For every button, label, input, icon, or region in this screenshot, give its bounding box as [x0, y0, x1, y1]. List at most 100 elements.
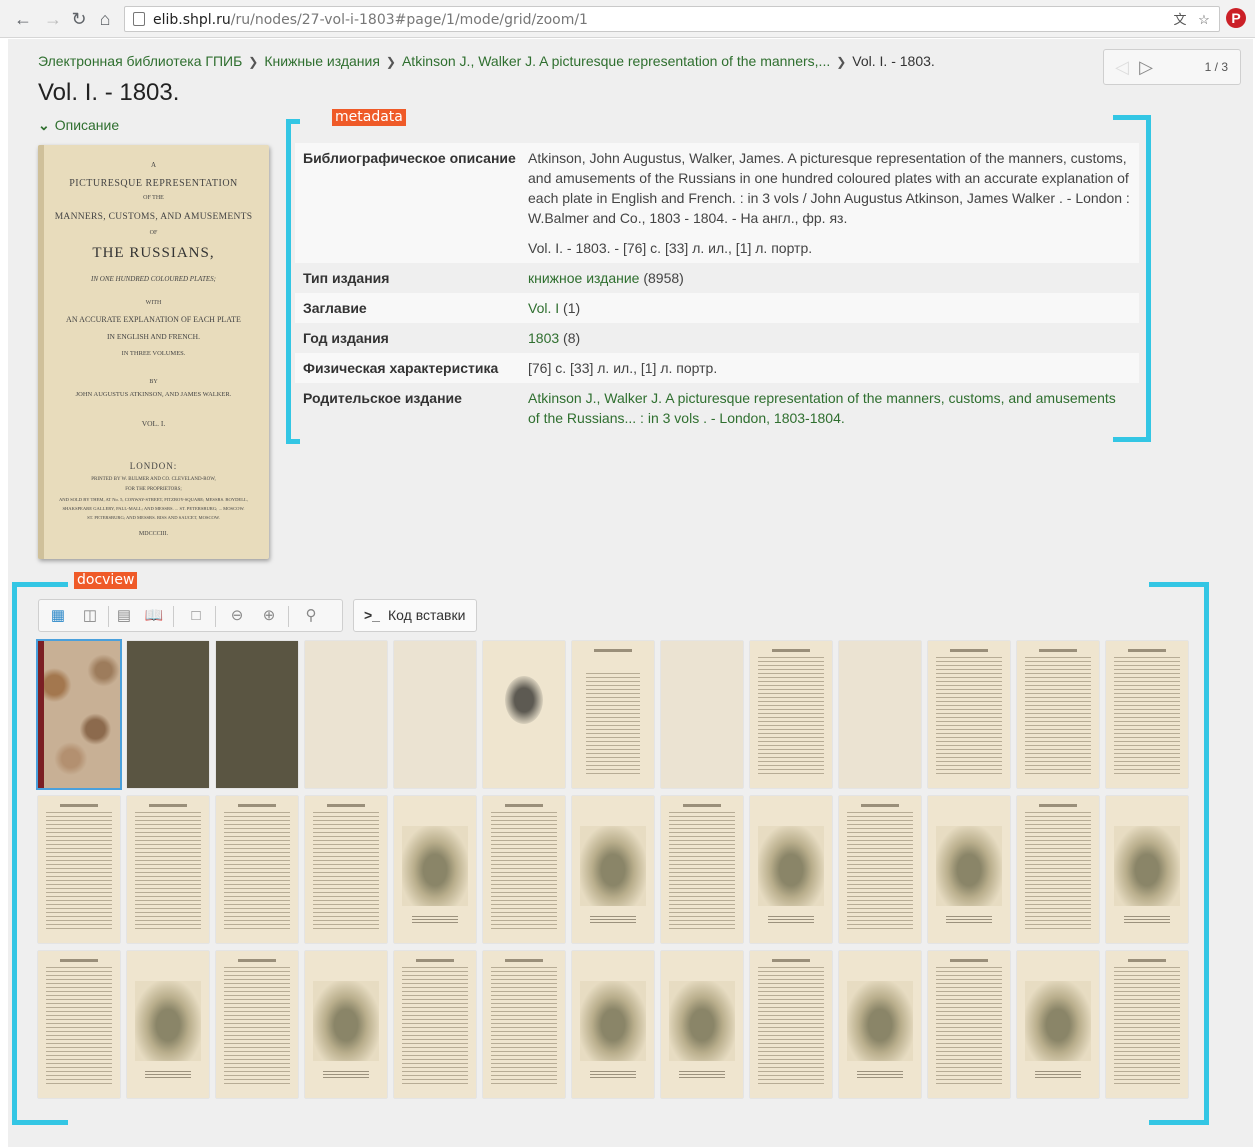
plate-illustration	[313, 981, 379, 1061]
page-thumbnail[interactable]	[394, 951, 476, 1098]
page-thumbnail[interactable]	[1106, 641, 1188, 788]
page-thumbnail[interactable]	[572, 641, 654, 788]
metadata-link[interactable]: 1803	[528, 330, 559, 346]
translate-icon[interactable]: 文	[1171, 11, 1189, 29]
zoom-out-icon[interactable]: ⊖	[226, 605, 248, 627]
page-thumbnail[interactable]	[750, 951, 832, 1098]
page-text	[46, 965, 112, 1086]
page-thumbnail[interactable]	[305, 951, 387, 1098]
page-thumbnail[interactable]	[839, 796, 921, 943]
page-thumbnail[interactable]	[1017, 951, 1099, 1098]
page-thumbnail[interactable]	[1106, 796, 1188, 943]
page-thumbnail[interactable]	[305, 796, 387, 943]
next-page-icon[interactable]: ▷	[1136, 56, 1156, 78]
metadata-link[interactable]: Vol. I	[528, 300, 559, 316]
plate-caption	[1035, 1069, 1081, 1079]
plate-caption	[1124, 914, 1170, 924]
plate-caption	[590, 1069, 636, 1079]
page-thumbnail[interactable]	[483, 796, 565, 943]
page-thumbnail[interactable]	[216, 951, 298, 1098]
cover-text-line: OF THE	[143, 195, 164, 201]
marbled-cover-image	[38, 641, 120, 788]
two-page-icon[interactable]: 📖	[143, 605, 165, 627]
forward-icon[interactable]: →	[42, 8, 64, 30]
breadcrumb-books[interactable]: Книжные издания	[264, 53, 380, 69]
reload-icon[interactable]: ↻	[68, 8, 90, 30]
page-thumbnail[interactable]	[928, 796, 1010, 943]
page-thumbnail[interactable]	[839, 641, 921, 788]
grid-small-icon[interactable]: ◫	[79, 605, 101, 627]
cover-text-line: FOR THE PROPRIETORS;	[125, 487, 182, 492]
page-thumbnail[interactable]	[38, 951, 120, 1098]
page-thumbnail[interactable]	[572, 796, 654, 943]
page-thumbnail[interactable]	[305, 641, 387, 788]
page-thumbnail[interactable]	[661, 951, 743, 1098]
cover-text-line: AN ACCURATE EXPLANATION OF EACH PLATE	[66, 315, 241, 324]
breadcrumb-parent[interactable]: Atkinson J., Walker J. A picturesque rep…	[402, 53, 830, 69]
plate-illustration	[135, 981, 201, 1061]
page-thumbnail[interactable]	[127, 796, 209, 943]
plate-illustration	[758, 826, 824, 906]
metadata-link[interactable]: книжное издание	[528, 270, 639, 286]
metadata-count: (8958)	[639, 270, 684, 286]
breadcrumb-library[interactable]: Электронная библиотека ГПИБ	[38, 53, 242, 69]
page-thumbnail[interactable]	[750, 641, 832, 788]
page-thumbnail[interactable]	[483, 641, 565, 788]
page-thumbnail[interactable]	[216, 796, 298, 943]
page-text	[936, 655, 1002, 776]
page-heading	[772, 649, 810, 652]
page-thumbnail[interactable]	[572, 951, 654, 1098]
bookmark-star-icon[interactable]: ☆	[1195, 11, 1213, 29]
page-thumbnail[interactable]	[127, 951, 209, 1098]
fullscreen-icon[interactable]: □	[185, 605, 207, 627]
page-info-icon[interactable]	[133, 12, 145, 26]
single-page-icon[interactable]: ▤	[113, 605, 135, 627]
metadata-value: Vol. I. - 1803. - [76] с. [33] л. ил., […	[528, 240, 813, 256]
toolbar-divider	[108, 606, 109, 627]
metadata-count: (8)	[559, 330, 581, 346]
page-thumbnail[interactable]	[394, 796, 476, 943]
grid-large-icon[interactable]: ▦	[47, 605, 69, 627]
page-thumbnail[interactable]	[661, 641, 743, 788]
cover-image[interactable]: A PICTURESQUE REPRESENTATION OF THE MANN…	[38, 145, 269, 559]
page-thumbnail[interactable]	[394, 641, 476, 788]
breadcrumb-separator-icon: ❯	[248, 55, 259, 69]
toolbar-divider	[288, 606, 289, 627]
page-thumbnail[interactable]	[216, 641, 298, 788]
page-thumbnail[interactable]	[38, 796, 120, 943]
metadata-link[interactable]: Atkinson J., Walker J. A picturesque rep…	[528, 390, 1116, 426]
description-toggle[interactable]: ⌄ Описание	[38, 117, 119, 134]
page-text	[758, 965, 824, 1086]
home-icon[interactable]: ⌂	[94, 8, 116, 30]
page-thumbnail[interactable]	[1017, 641, 1099, 788]
page-thumbnail[interactable]	[36, 639, 122, 790]
page-text	[224, 965, 290, 1086]
page-thumbnail[interactable]	[928, 641, 1010, 788]
metadata-key: Заглавие	[303, 300, 367, 316]
page-thumbnail-grid	[36, 639, 1192, 1111]
page-thumbnail[interactable]	[750, 796, 832, 943]
zoom-in-icon[interactable]: ⊕	[258, 605, 280, 627]
search-icon[interactable]: ⚲	[300, 605, 322, 627]
page-thumbnail[interactable]	[127, 641, 209, 788]
page-text	[1114, 965, 1180, 1086]
cover-text-line: LONDON:	[129, 461, 178, 471]
back-icon[interactable]: ←	[12, 8, 34, 30]
page-text	[491, 965, 557, 1086]
cover-text-line: WITH	[145, 300, 162, 306]
pinterest-icon[interactable]: P	[1226, 8, 1246, 28]
metadata-key: Год издания	[303, 330, 389, 346]
plate-illustration	[669, 981, 735, 1061]
metadata-annotation-tag: metadata	[332, 109, 406, 126]
embed-code-button[interactable]: >_ Код вставки	[353, 599, 477, 632]
plate-caption	[323, 1069, 369, 1079]
prev-page-icon[interactable]: ◁	[1112, 56, 1132, 78]
page-text	[586, 671, 640, 776]
page-thumbnail[interactable]	[839, 951, 921, 1098]
address-bar[interactable]: elib.shpl.ru/ru/nodes/27-vol-i-1803#page…	[124, 6, 1220, 32]
page-thumbnail[interactable]	[1017, 796, 1099, 943]
page-thumbnail[interactable]	[483, 951, 565, 1098]
page-thumbnail[interactable]	[661, 796, 743, 943]
page-thumbnail[interactable]	[928, 951, 1010, 1098]
page-thumbnail[interactable]	[1106, 951, 1188, 1098]
